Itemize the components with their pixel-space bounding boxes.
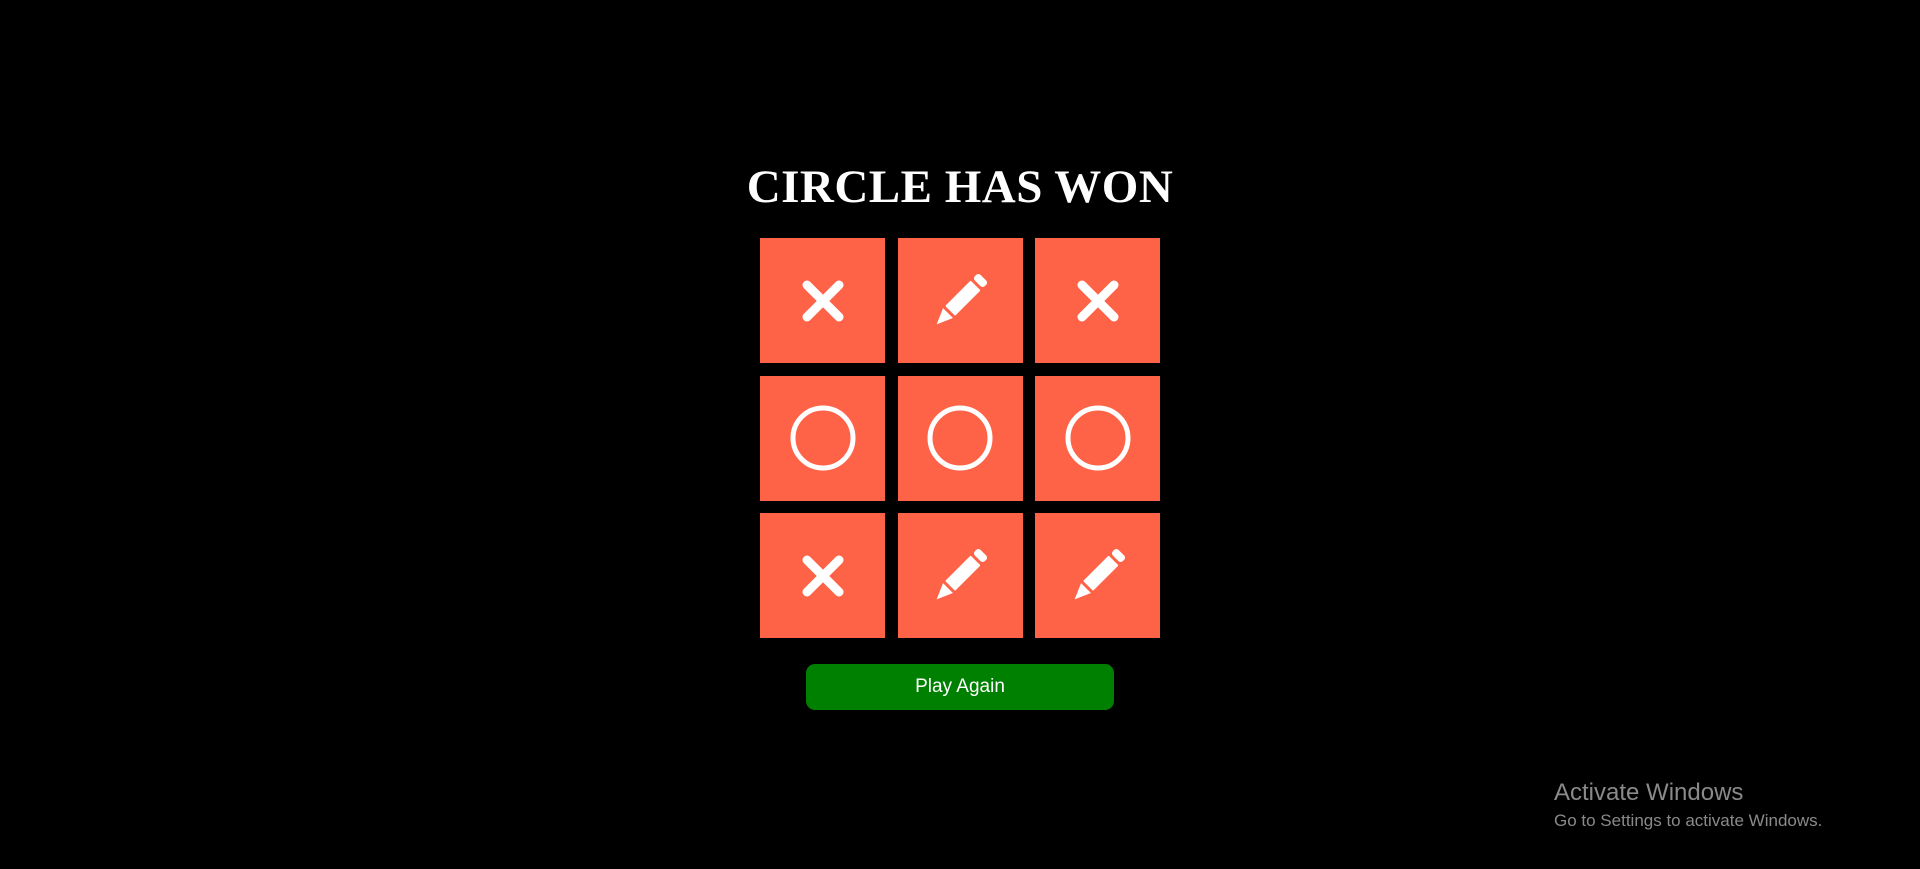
board-cell-r3-c3[interactable] <box>1035 513 1160 638</box>
x-mark-icon <box>1073 276 1123 326</box>
activate-windows-watermark: Activate Windows Go to Settings to activ… <box>1554 778 1822 833</box>
x-mark-icon <box>798 276 848 326</box>
pencil-icon <box>1063 541 1133 611</box>
game-board <box>760 238 1160 638</box>
board-cell-r3-c1[interactable] <box>760 513 885 638</box>
board-cell-r1-c3[interactable] <box>1035 238 1160 363</box>
board-cell-r3-c2[interactable] <box>897 513 1023 638</box>
board-cell-r2-c1[interactable] <box>760 375 885 501</box>
board-cell-r2-c2[interactable] <box>897 375 1023 501</box>
circle-icon <box>1063 403 1133 473</box>
pencil-icon <box>925 266 995 336</box>
circle-icon <box>788 403 858 473</box>
watermark-title: Activate Windows <box>1554 779 1744 806</box>
board-cell-r2-c3[interactable] <box>1035 375 1160 501</box>
play-again-button[interactable]: Play Again <box>806 664 1114 710</box>
watermark-subtitle: Go to Settings to activate Windows. <box>1554 811 1823 830</box>
board-cell-r1-c2[interactable] <box>897 238 1023 363</box>
board-cell-r1-c1[interactable] <box>760 238 885 363</box>
game-status-title: CIRCLE HAS WON <box>746 161 1174 213</box>
x-mark-icon <box>798 551 848 601</box>
circle-icon <box>925 403 995 473</box>
pencil-icon <box>925 541 995 611</box>
